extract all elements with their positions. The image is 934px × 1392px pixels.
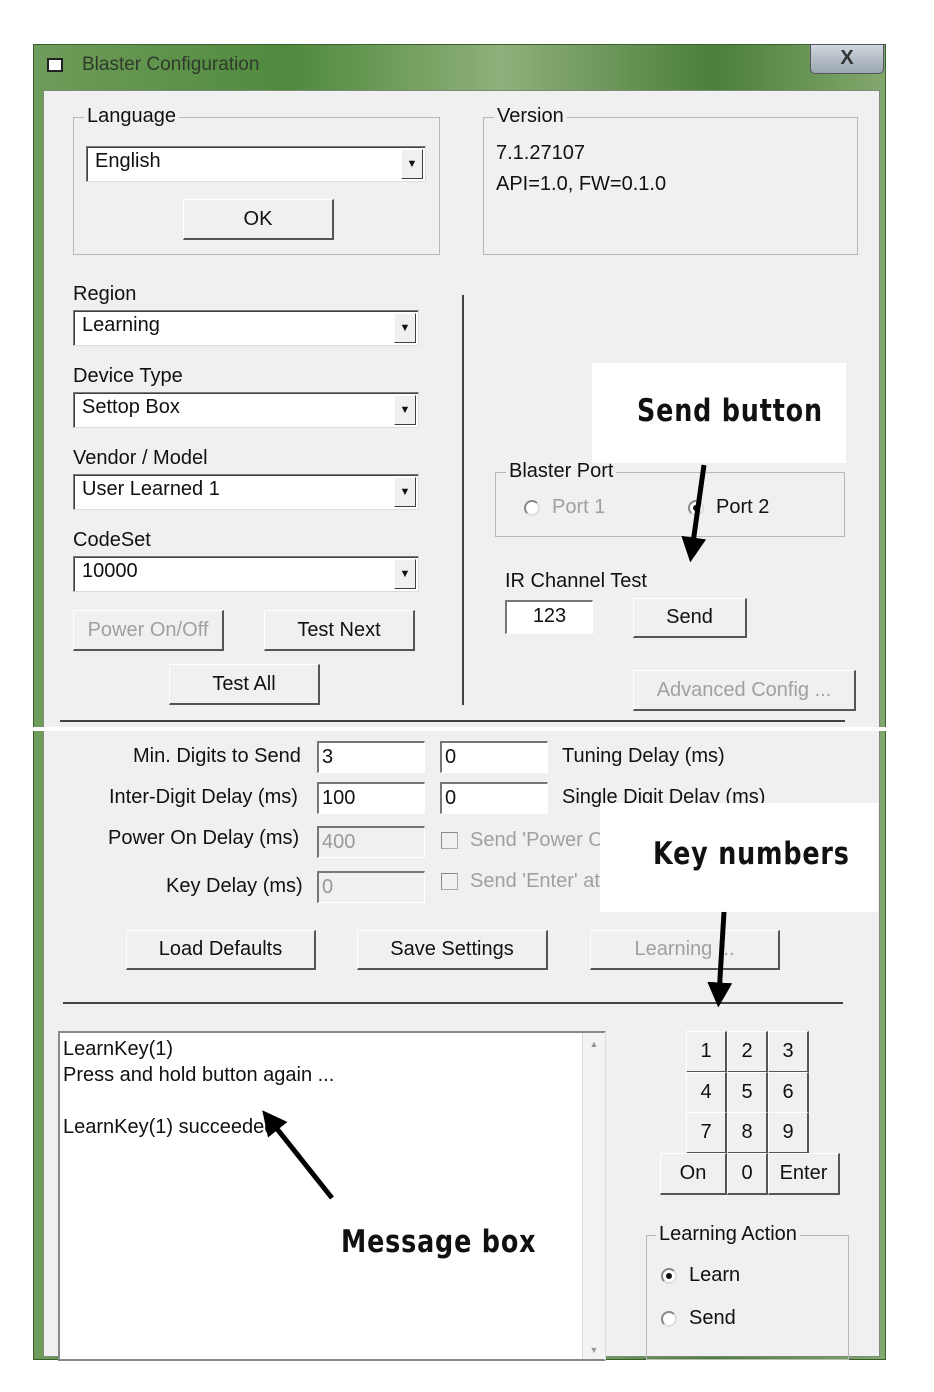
annotation-arrows (262, 464, 733, 1200)
key-arrow-icon (707, 911, 733, 1008)
send-arrow-icon (681, 464, 707, 563)
message-arrow-icon (262, 1110, 334, 1200)
